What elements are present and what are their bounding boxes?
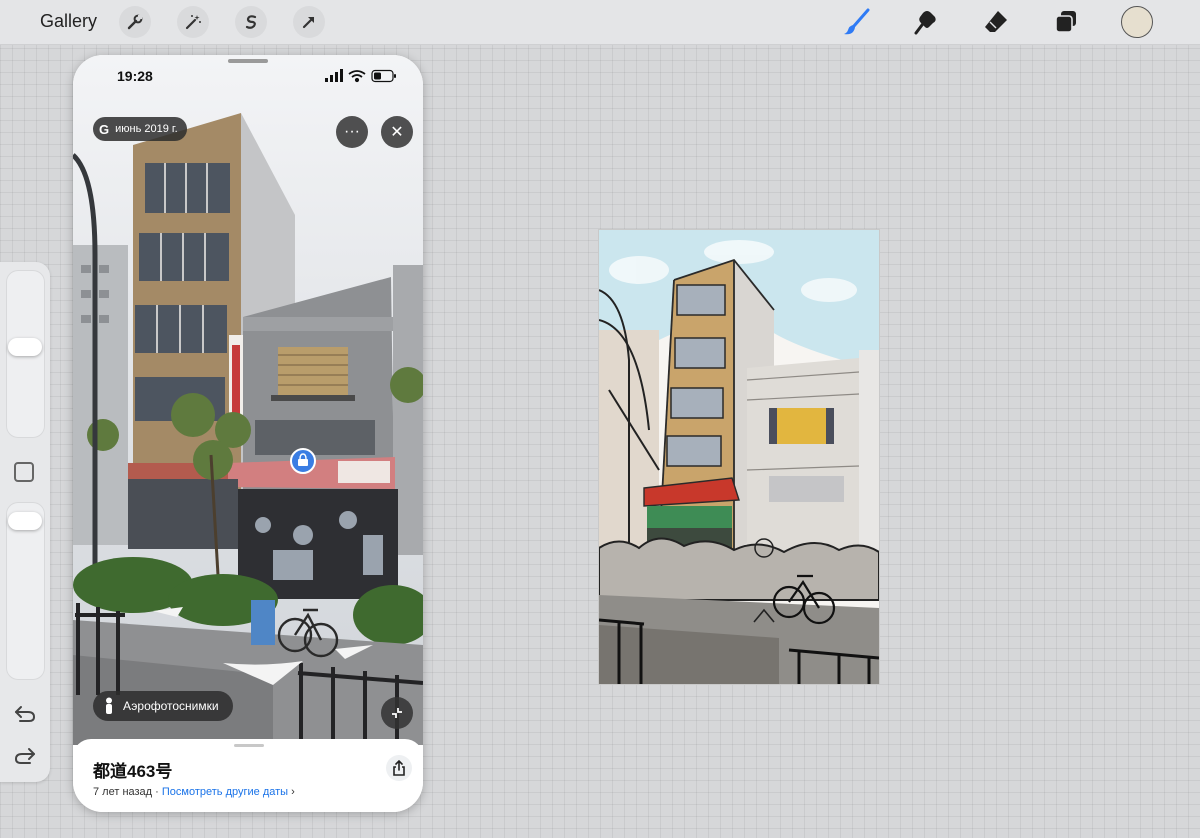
brush-size-thumb[interactable] [8,337,42,356]
place-title: 都道463号 [93,762,173,781]
capture-date-label: июнь 2019 г. [115,123,178,135]
undo-icon[interactable] [13,702,37,731]
eraser-icon[interactable] [980,6,1012,38]
color-swatch[interactable] [1121,6,1153,38]
battery-icon [371,69,396,83]
magic-wand-icon[interactable] [177,6,209,38]
sketch-artwork[interactable] [598,230,880,684]
pegman-icon [106,697,112,714]
smudge-icon[interactable] [910,6,942,38]
opacity-slider[interactable] [6,502,45,680]
close-button[interactable]: ✕ [381,116,413,148]
brush-icon[interactable] [840,6,872,38]
capture-date-pill[interactable]: G июнь 2019 г. [93,117,187,141]
place-sheet: 都道463号 7 лет назад · Посмотреть другие д… [73,739,423,812]
left-sidebar [0,262,50,782]
gallery-button[interactable]: Gallery [40,11,97,32]
layers-icon[interactable] [1050,6,1082,38]
drawing-canvas[interactable] [598,229,880,685]
brush-size-slider[interactable] [6,270,45,438]
chevron-right-icon: › [291,786,295,798]
google-logo-icon: G [99,121,110,137]
expand-icon[interactable] [381,697,413,729]
wrench-icon[interactable] [119,6,151,38]
more-options-button[interactable]: ··· [336,116,368,148]
share-icon[interactable] [386,755,412,781]
selection-icon[interactable] [235,6,267,38]
street-view-photo[interactable] [73,55,423,745]
aerial-view-button[interactable]: Аэрофотоснимки [93,691,233,721]
redo-icon[interactable] [13,744,37,773]
transform-arrow-icon[interactable] [293,6,325,38]
aerial-view-label: Аэрофотоснимки [123,699,219,713]
status-icons [325,69,399,88]
opacity-thumb[interactable] [8,511,42,530]
top-toolbar: Gallery [0,0,1200,45]
place-age: 7 лет назад [93,786,153,798]
modify-button[interactable] [14,462,34,482]
reference-window[interactable]: 19:28 G июнь 2019 г. ··· ✕ Аэрофотоснимк… [73,55,423,812]
meta-separator: · [155,786,159,798]
sheet-handle[interactable] [234,744,264,747]
wifi-icon [348,70,366,83]
reference-drag-handle[interactable] [228,59,268,63]
status-time: 19:28 [117,68,153,84]
other-dates-link[interactable]: Посмотреть другие даты [162,786,288,798]
place-meta: 7 лет назад · Посмотреть другие даты › [93,786,295,798]
signal-icon [325,69,343,82]
